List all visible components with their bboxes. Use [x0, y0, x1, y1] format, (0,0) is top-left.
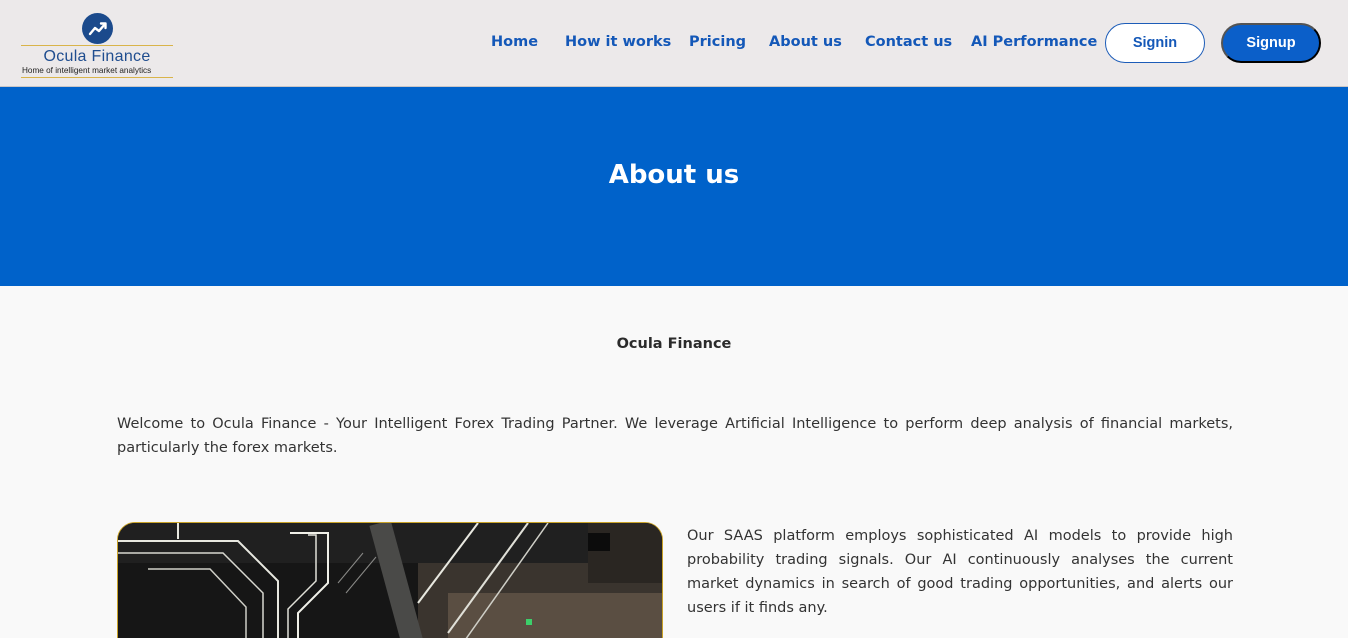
office-photo	[117, 522, 663, 638]
nav-link-home[interactable]: Home	[491, 34, 538, 50]
nav-link-contact-us[interactable]: Contact us	[865, 34, 952, 50]
page-banner: About us	[0, 87, 1348, 286]
page-title: About us	[608, 160, 740, 190]
nav-link-ai-performance[interactable]: AI Performance	[971, 34, 1097, 50]
nav-link-about-us[interactable]: About us	[769, 34, 842, 50]
signin-button[interactable]: Signin	[1105, 23, 1205, 63]
nav-link-pricing[interactable]: Pricing	[689, 34, 746, 50]
top-navbar: Ocula Finance Home of intelligent market…	[0, 0, 1348, 87]
office-photo-image	[118, 523, 662, 638]
signup-button[interactable]: Signup	[1221, 23, 1321, 63]
brand-tagline: Home of intelligent market analytics	[22, 66, 152, 75]
intro-paragraph: Welcome to Ocula Finance - Your Intellig…	[117, 416, 1233, 456]
logo-divider-bottom	[21, 77, 173, 78]
section-heading: Ocula Finance	[616, 336, 732, 352]
platform-paragraph: Our SAAS platform employs sophisticated …	[687, 528, 1233, 616]
nav-link-how-it-works[interactable]: How it works	[565, 34, 671, 50]
